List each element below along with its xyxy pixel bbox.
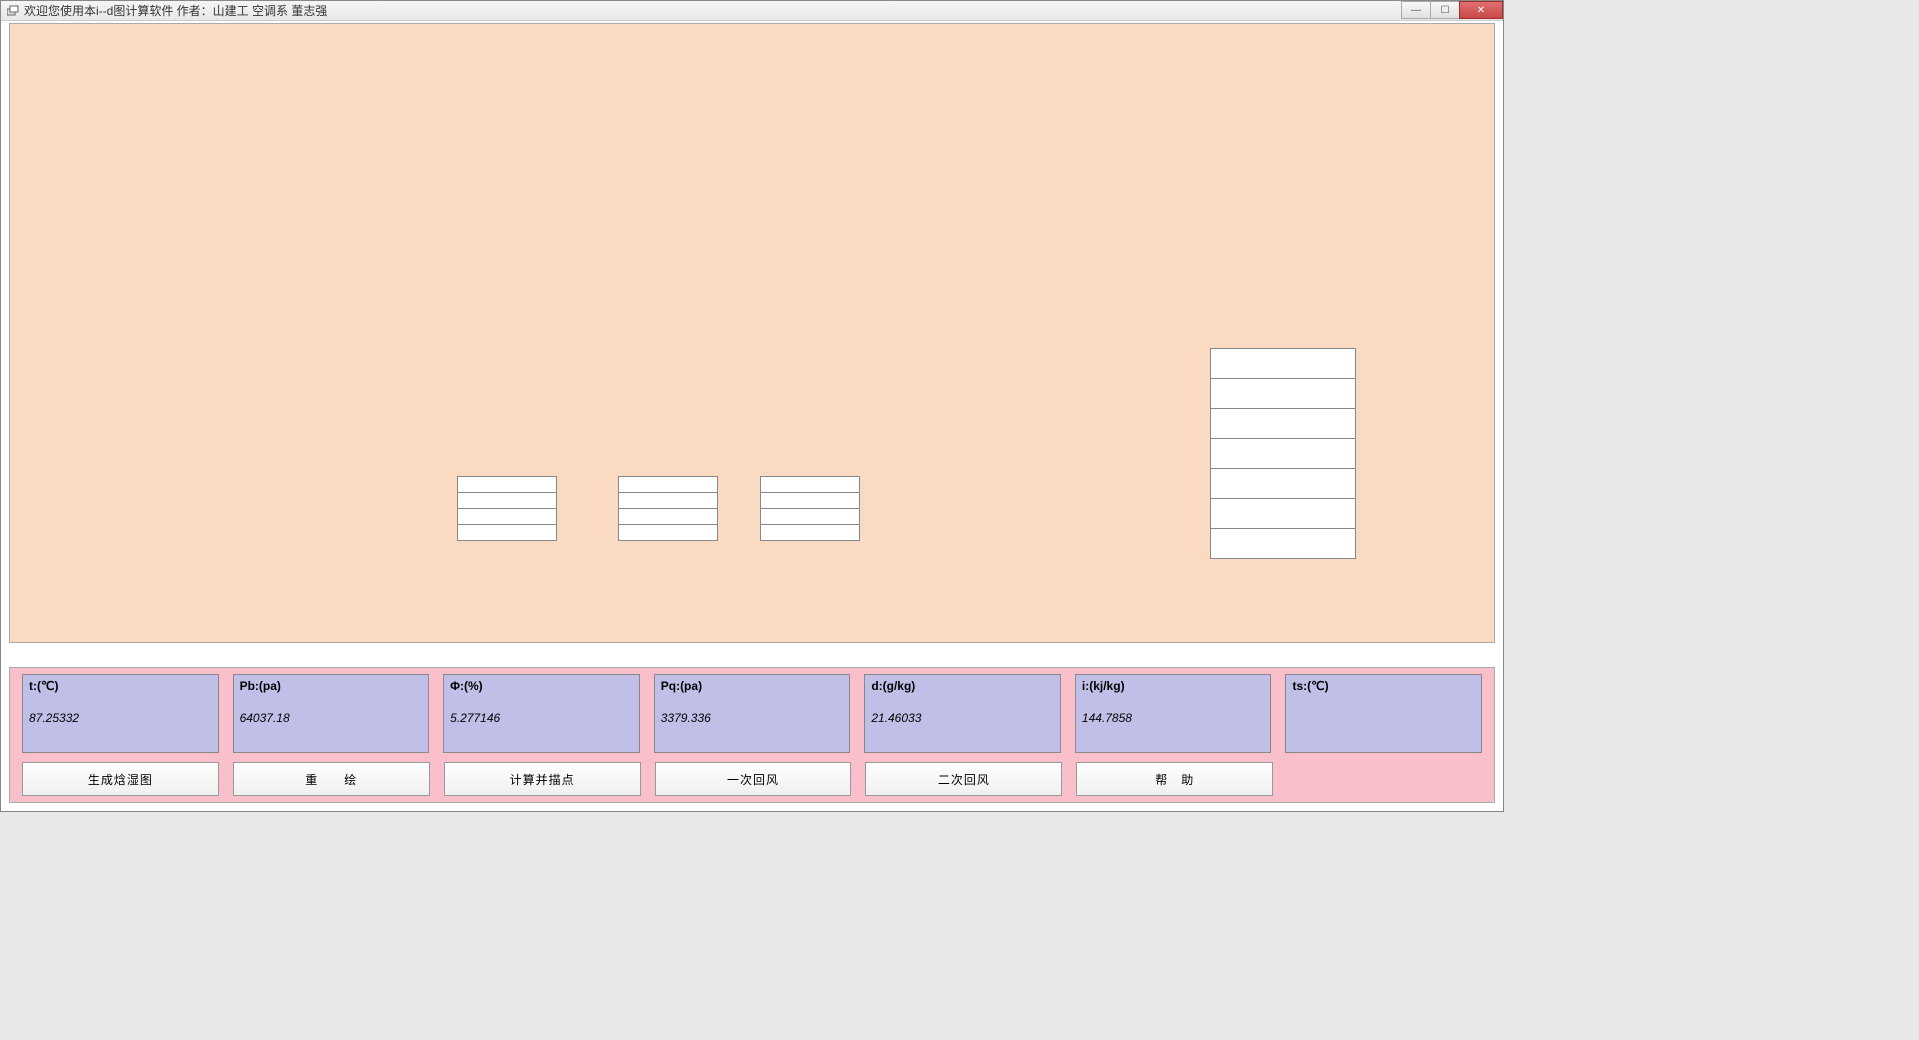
grid1-row0[interactable] — [457, 476, 557, 493]
value-pb: 64037.18 — [240, 711, 423, 725]
grid2-row3[interactable] — [618, 524, 718, 541]
label-t: t:(℃) — [29, 679, 212, 693]
value-d: 21.46033 — [871, 711, 1054, 725]
value-box-phi: Φ:(%) 5.277146 — [443, 674, 640, 753]
grid3-row0[interactable] — [760, 476, 860, 493]
input-grid-1 — [457, 476, 557, 541]
calculate-button[interactable]: 计算并描点 — [444, 762, 641, 796]
window-title: 欢迎您使用本i--d图计算软件 作者：山建工 空调系 董志强 — [24, 2, 327, 19]
input-grid-3 — [760, 476, 860, 541]
result-row5[interactable] — [1210, 498, 1356, 529]
results-grid — [1210, 348, 1356, 559]
grid1-row2[interactable] — [457, 508, 557, 525]
secondary-return-air-button[interactable]: 二次回风 — [865, 762, 1062, 796]
grid2-row2[interactable] — [618, 508, 718, 525]
label-i: i:(kj/kg) — [1082, 679, 1265, 693]
value-box-pb: Pb:(pa) 64037.18 — [233, 674, 430, 753]
value-box-d: d:(g/kg) 21.46033 — [864, 674, 1061, 753]
grid2-row0[interactable] — [618, 476, 718, 493]
grid2-row1[interactable] — [618, 492, 718, 509]
result-row4[interactable] — [1210, 468, 1356, 499]
input-grid-2 — [618, 476, 718, 541]
result-row6[interactable] — [1210, 528, 1356, 559]
grid3-row3[interactable] — [760, 524, 860, 541]
minimize-button[interactable]: — — [1401, 1, 1431, 19]
grid3-row2[interactable] — [760, 508, 860, 525]
grid1-row3[interactable] — [457, 524, 557, 541]
help-button[interactable]: 帮 助 — [1076, 762, 1273, 796]
result-row0[interactable] — [1210, 348, 1356, 379]
label-phi: Φ:(%) — [450, 679, 633, 693]
value-boxes-row: t:(℃) 87.25332 Pb:(pa) 64037.18 Φ:(%) 5.… — [22, 674, 1482, 753]
redraw-button[interactable]: 重 绘 — [233, 762, 430, 796]
value-pq: 3379.336 — [661, 711, 844, 725]
grid3-row1[interactable] — [760, 492, 860, 509]
generate-chart-button[interactable]: 生成焓湿图 — [22, 762, 219, 796]
chart-canvas — [9, 23, 1495, 643]
maximize-button[interactable]: ☐ — [1430, 1, 1460, 19]
main-window: 欢迎您使用本i--d图计算软件 作者：山建工 空调系 董志强 — ☐ ✕ — [0, 0, 1504, 812]
close-button[interactable]: ✕ — [1459, 1, 1503, 19]
value-box-ts: ts:(℃) — [1285, 674, 1482, 753]
result-row1[interactable] — [1210, 378, 1356, 409]
value-i: 144.7858 — [1082, 711, 1265, 725]
value-box-i: i:(kj/kg) 144.7858 — [1075, 674, 1272, 753]
window-controls: — ☐ ✕ — [1402, 1, 1503, 19]
titlebar: 欢迎您使用本i--d图计算软件 作者：山建工 空调系 董志强 — ☐ ✕ — [1, 1, 1503, 21]
grid1-row1[interactable] — [457, 492, 557, 509]
label-pq: Pq:(pa) — [661, 679, 844, 693]
bottom-panel: t:(℃) 87.25332 Pb:(pa) 64037.18 Φ:(%) 5.… — [9, 667, 1495, 803]
value-box-t: t:(℃) 87.25332 — [22, 674, 219, 753]
primary-return-air-button[interactable]: 一次回风 — [655, 762, 852, 796]
buttons-row: 生成焓湿图 重 绘 计算并描点 一次回风 二次回风 帮 助 — [22, 762, 1482, 796]
app-icon — [6, 4, 20, 18]
value-phi: 5.277146 — [450, 711, 633, 725]
label-d: d:(g/kg) — [871, 679, 1054, 693]
result-row3[interactable] — [1210, 438, 1356, 469]
value-box-pq: Pq:(pa) 3379.336 — [654, 674, 851, 753]
value-t: 87.25332 — [29, 711, 212, 725]
label-pb: Pb:(pa) — [240, 679, 423, 693]
result-row2[interactable] — [1210, 408, 1356, 439]
label-ts: ts:(℃) — [1292, 679, 1475, 693]
